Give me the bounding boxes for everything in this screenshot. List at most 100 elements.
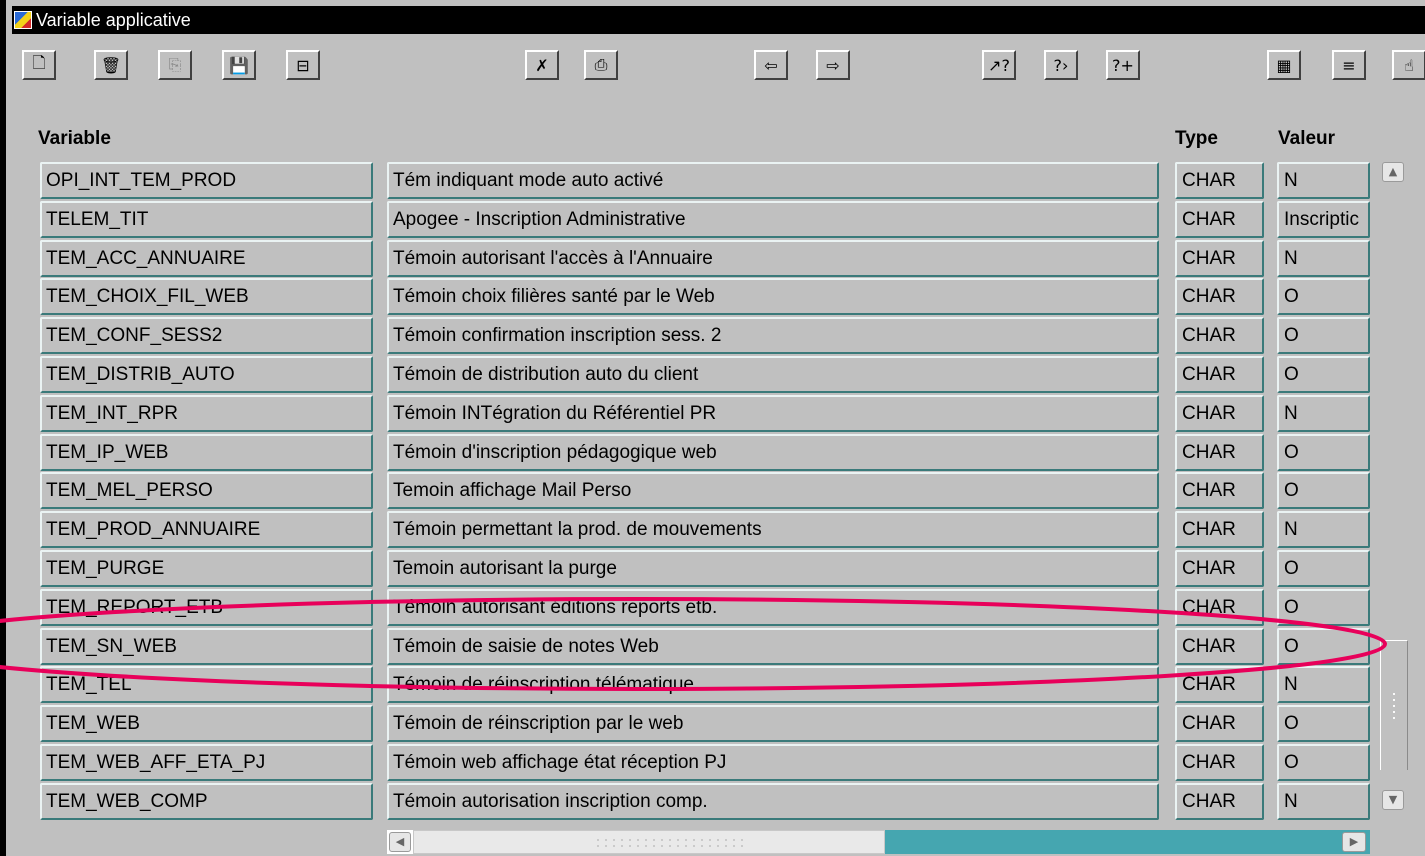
value-field[interactable]: O xyxy=(1277,627,1370,665)
vertical-scrollbar[interactable]: ▲ ▼ xyxy=(1378,162,1410,810)
type-field[interactable]: CHAR xyxy=(1175,782,1264,820)
variable-field[interactable]: TEM_CONF_SESS2 xyxy=(40,317,373,355)
description-field[interactable]: Témoin autorisant éditions reports etb. xyxy=(387,588,1159,626)
variable-field[interactable]: TEM_WEB xyxy=(40,705,373,743)
type-field[interactable]: CHAR xyxy=(1175,627,1264,665)
description-field[interactable]: Tém indiquant mode auto activé xyxy=(387,162,1159,199)
previous-record-button[interactable]: ⇦ xyxy=(754,50,788,80)
value-field[interactable]: N xyxy=(1277,511,1370,549)
table-row[interactable]: TEM_PURGE Temoin autorisant la purge CHAR O xyxy=(0,550,1370,589)
value-field[interactable]: N xyxy=(1277,782,1370,820)
type-field[interactable]: CHAR xyxy=(1175,472,1264,510)
description-field[interactable]: Témoin permettant la prod. de mouvements xyxy=(387,511,1159,549)
variable-field[interactable]: TEM_PROD_ANNUAIRE xyxy=(40,511,373,549)
value-field[interactable]: O xyxy=(1277,317,1370,355)
horizontal-scrollbar[interactable]: ◀ ▶ xyxy=(387,830,1370,854)
table-row[interactable]: TELEM_TIT Apogee - Inscription Administra… xyxy=(0,200,1370,240)
description-field[interactable]: Témoin autorisant l'accès à l'Annuaire xyxy=(387,239,1159,277)
type-field[interactable]: CHAR xyxy=(1175,705,1264,743)
type-field[interactable]: CHAR xyxy=(1175,239,1264,277)
description-field[interactable]: Témoin de distribution auto du client xyxy=(387,356,1159,393)
type-field[interactable]: CHAR xyxy=(1175,588,1264,626)
table-row[interactable]: TEM_DISTRIB_AUTO Témoin de distribution a… xyxy=(0,356,1370,395)
print-button[interactable]: ⎙ xyxy=(584,50,618,80)
description-field[interactable]: Temoin autorisant la purge xyxy=(387,550,1159,587)
type-field[interactable]: CHAR xyxy=(1175,356,1264,393)
horizontal-scroll-thumb[interactable] xyxy=(413,830,885,854)
scroll-left-arrow-icon[interactable]: ◀ xyxy=(389,832,411,852)
type-field[interactable]: CHAR xyxy=(1175,162,1264,199)
value-field[interactable]: O xyxy=(1277,472,1370,510)
value-field[interactable]: O xyxy=(1277,278,1370,316)
vertical-scroll-thumb[interactable] xyxy=(1380,640,1408,770)
type-field[interactable]: CHAR xyxy=(1175,394,1264,432)
scroll-down-arrow-icon[interactable]: ▼ xyxy=(1382,790,1404,810)
description-field[interactable]: Témoin INTégration du Référentiel PR xyxy=(387,394,1159,432)
table-row[interactable]: TEM_REPORT_ETB Témoin autorisant éditions… xyxy=(0,588,1370,628)
help-hand-button[interactable]: ☝ xyxy=(1392,50,1425,80)
type-field[interactable]: CHAR xyxy=(1175,278,1264,316)
list-of-values-button[interactable]: ▦ xyxy=(1267,50,1301,80)
table-row[interactable]: OPI_INT_TEM_PROD Tém indiquant mode auto … xyxy=(0,162,1370,201)
value-field[interactable]: O xyxy=(1277,550,1370,587)
new-document-button[interactable]: 🗋 xyxy=(22,50,56,80)
variable-field[interactable]: TEM_ACC_ANNUAIRE xyxy=(40,239,373,277)
type-field[interactable]: CHAR xyxy=(1175,666,1264,704)
variable-field[interactable]: TEM_MEL_PERSO xyxy=(40,472,373,510)
value-field[interactable]: O xyxy=(1277,356,1370,393)
variable-field[interactable]: TEM_SN_WEB xyxy=(40,627,373,665)
description-field[interactable]: Témoin de saisie de notes Web xyxy=(387,627,1159,665)
description-field[interactable]: Témoin d'inscription pédagogique web xyxy=(387,433,1159,471)
type-field[interactable]: CHAR xyxy=(1175,511,1264,549)
value-field[interactable]: O xyxy=(1277,744,1370,781)
description-field[interactable]: Apogee - Inscription Administrative xyxy=(387,200,1159,238)
count-query-button[interactable]: ?+ xyxy=(1106,50,1140,80)
variable-field[interactable]: TEM_INT_RPR xyxy=(40,394,373,432)
next-record-button[interactable]: ⇨ xyxy=(816,50,850,80)
type-field[interactable]: CHAR xyxy=(1175,550,1264,587)
enter-query-button[interactable]: ↗? xyxy=(982,50,1016,80)
horizontal-scroll-track[interactable] xyxy=(885,830,1370,854)
variable-field[interactable]: TEM_DISTRIB_AUTO xyxy=(40,356,373,393)
description-field[interactable]: Témoin confirmation inscription sess. 2 xyxy=(387,317,1159,355)
variable-field[interactable]: TEM_TEL xyxy=(40,666,373,704)
table-row[interactable]: TEM_TEL Témoin de réinscription télématiq… xyxy=(0,666,1370,705)
value-field[interactable]: N xyxy=(1277,394,1370,432)
scroll-right-arrow-icon[interactable]: ▶ xyxy=(1342,832,1366,852)
value-field[interactable]: N xyxy=(1277,162,1370,199)
value-field[interactable]: O xyxy=(1277,433,1370,471)
variable-field[interactable]: TEM_IP_WEB xyxy=(40,433,373,471)
table-row[interactable]: TEM_CHOIX_FIL_WEB Témoin choix filières s… xyxy=(0,278,1370,317)
table-row[interactable]: TEM_INT_RPR Témoin INTégration du Référen… xyxy=(0,394,1370,434)
clear-record-button[interactable]: ⊟ xyxy=(286,50,320,80)
type-field[interactable]: CHAR xyxy=(1175,433,1264,471)
table-row[interactable]: TEM_MEL_PERSO Temoin affichage Mail Perso… xyxy=(0,472,1370,511)
menu-button[interactable]: ≡ xyxy=(1332,50,1366,80)
table-row[interactable]: TEM_WEB_COMP Témoin autorisation inscript… xyxy=(0,782,1370,822)
variable-field[interactable]: TEM_PURGE xyxy=(40,550,373,587)
description-field[interactable]: Témoin autorisation inscription comp. xyxy=(387,782,1159,820)
variable-field[interactable]: OPI_INT_TEM_PROD xyxy=(40,162,373,199)
value-field[interactable]: O xyxy=(1277,705,1370,743)
type-field[interactable]: CHAR xyxy=(1175,200,1264,238)
description-field[interactable]: Temoin affichage Mail Perso xyxy=(387,472,1159,510)
cancel-query-button[interactable]: ✗ xyxy=(525,50,559,80)
variable-field[interactable]: TEM_WEB_COMP xyxy=(40,782,373,820)
value-field[interactable]: N xyxy=(1277,239,1370,277)
value-field[interactable]: N xyxy=(1277,666,1370,704)
type-field[interactable]: CHAR xyxy=(1175,317,1264,355)
scroll-up-arrow-icon[interactable]: ▲ xyxy=(1382,162,1404,182)
copy-button[interactable]: ⎘ xyxy=(158,50,192,80)
type-field[interactable]: CHAR xyxy=(1175,744,1264,781)
variable-field[interactable]: TEM_WEB_AFF_ETA_PJ xyxy=(40,744,373,781)
table-row[interactable]: TEM_WEB_AFF_ETA_PJ Témoin web affichage é… xyxy=(0,744,1370,783)
table-row[interactable]: TEM_ACC_ANNUAIRE Témoin autorisant l'accè… xyxy=(0,239,1370,279)
value-field[interactable]: O xyxy=(1277,588,1370,626)
table-row[interactable]: TEM_SN_WEB Témoin de saisie de notes Web C… xyxy=(0,627,1370,667)
delete-button[interactable]: 🗑 xyxy=(94,50,128,80)
table-row[interactable]: TEM_PROD_ANNUAIRE Témoin permettant la pr… xyxy=(0,511,1370,550)
description-field[interactable]: Témoin de réinscription télématique xyxy=(387,666,1159,704)
description-field[interactable]: Témoin web affichage état réception PJ xyxy=(387,744,1159,781)
description-field[interactable]: Témoin de réinscription par le web xyxy=(387,705,1159,743)
variable-field[interactable]: TEM_REPORT_ETB xyxy=(40,588,373,626)
